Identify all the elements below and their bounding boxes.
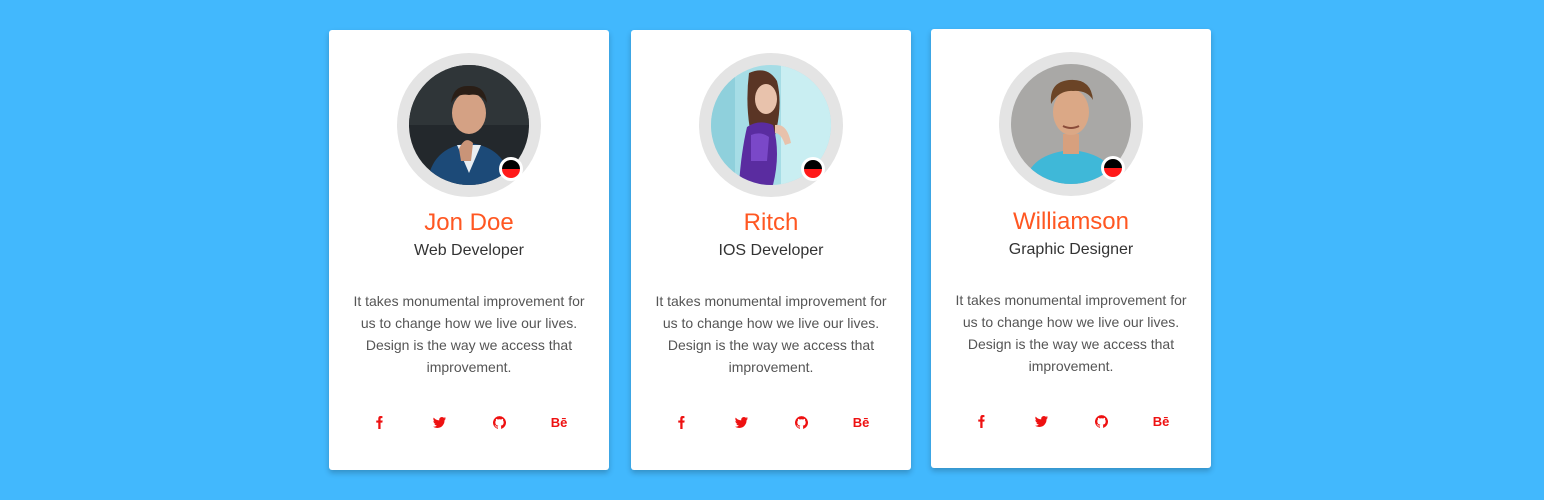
github-icon[interactable]	[1089, 409, 1113, 433]
behance-icon[interactable]: Bē	[547, 410, 571, 434]
profile-bio: It takes monumental improvement for us t…	[955, 292, 1187, 374]
profile-card-williamson: Williamson Graphic Designer It takes mon…	[931, 29, 1211, 468]
profile-role: Web Developer	[414, 242, 524, 259]
social-links: Bē	[349, 410, 589, 434]
behance-icon[interactable]: Bē	[849, 410, 873, 434]
behance-icon[interactable]: Bē	[1149, 409, 1173, 433]
profile-card-jon-doe: Jon Doe Web Developer It takes monumenta…	[329, 30, 609, 470]
avatar-ring	[397, 53, 541, 197]
facebook-icon[interactable]	[367, 410, 391, 434]
twitter-icon[interactable]	[1029, 409, 1053, 433]
facebook-icon[interactable]	[669, 410, 693, 434]
github-icon[interactable]	[487, 410, 511, 434]
avatar-ring	[699, 53, 843, 197]
profile-name: Williamson	[1012, 208, 1129, 235]
status-indicator	[801, 157, 825, 181]
profile-name: Jon Doe	[424, 209, 514, 236]
facebook-icon[interactable]	[969, 409, 993, 433]
profile-card-ritch: Ritch IOS Developer It takes monumental …	[631, 30, 911, 470]
profile-bio: It takes monumental improvement for us t…	[353, 293, 585, 375]
profile-bio: It takes monumental improvement for us t…	[655, 293, 887, 375]
twitter-icon[interactable]	[729, 410, 753, 434]
twitter-icon[interactable]	[427, 410, 451, 434]
github-icon[interactable]	[789, 410, 813, 434]
profile-role: IOS Developer	[718, 242, 824, 259]
profile-name: Ritch	[743, 209, 799, 236]
status-indicator	[1101, 156, 1125, 180]
social-links: Bē	[651, 410, 891, 434]
profile-role: Graphic Designer	[1008, 241, 1134, 258]
status-indicator	[499, 157, 523, 181]
social-links: Bē	[951, 409, 1191, 433]
avatar-ring	[999, 52, 1143, 196]
